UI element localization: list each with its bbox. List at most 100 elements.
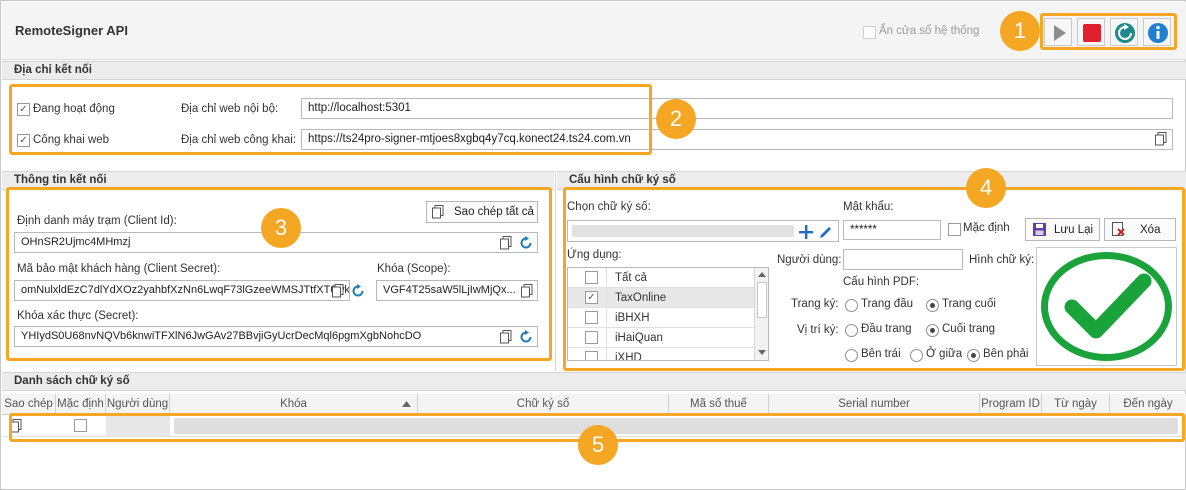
info-icon	[1148, 23, 1168, 43]
scroll-up-icon[interactable]	[758, 272, 766, 277]
list-item[interactable]: ✓ TaxOnline	[568, 288, 754, 308]
blurred-row-data	[174, 418, 1178, 434]
col-header[interactable]: Serial number	[769, 394, 980, 415]
public-url-label: Địa chỉ web công khai:	[181, 134, 297, 146]
col-header[interactable]: Sao chép	[2, 394, 56, 415]
restart-button[interactable]	[1110, 18, 1138, 46]
default-row-checkbox[interactable]	[74, 419, 87, 432]
delete-button[interactable]: Xóa	[1104, 218, 1176, 241]
copy-icon[interactable]	[10, 419, 22, 433]
active-checkbox[interactable]: ✓	[17, 103, 30, 116]
app-checkbox[interactable]	[585, 311, 598, 324]
scroll-thumb[interactable]	[757, 282, 767, 318]
position-label: Vị trí ký:	[797, 324, 839, 336]
sort-asc-icon	[402, 401, 411, 407]
stop-button[interactable]	[1077, 18, 1105, 46]
badge-1: 1	[1000, 11, 1040, 51]
badge-3: 3	[261, 208, 301, 248]
pos-top-radio[interactable]	[845, 324, 858, 337]
local-url-field[interactable]: http://localhost:5301	[301, 98, 1173, 119]
col-header[interactable]: Người dùng	[106, 394, 170, 415]
pos-bottom-radio[interactable]	[926, 324, 939, 337]
client-secret-label: Mã bảo mật khách hàng (Client Secret):	[17, 263, 221, 275]
public-web-checkbox[interactable]: ✓	[17, 134, 30, 147]
regenerate-icon[interactable]	[519, 330, 533, 344]
client-id-label: Định danh máy trạm (Client Id):	[17, 215, 177, 227]
col-header[interactable]: Mặc định	[56, 394, 106, 415]
badge-2: 2	[656, 99, 696, 139]
choose-signature-label: Chọn chữ ký số:	[567, 201, 651, 213]
user-label: Người dùng:	[777, 254, 842, 266]
align-left-radio[interactable]	[845, 349, 858, 362]
copy-icon[interactable]	[1155, 132, 1167, 146]
delete-label: Xóa	[1140, 224, 1161, 236]
col-header[interactable]: Chữ ký số	[418, 394, 669, 415]
public-url-field[interactable]: https://ts24pro-signer-mtjoes8xgbq4y7cq.…	[301, 129, 1173, 150]
copy-all-button[interactable]: Sao chép tất cả	[426, 201, 538, 223]
col-header[interactable]: Khóa	[170, 394, 418, 415]
list-item[interactable]: iXHD	[568, 348, 754, 360]
regenerate-icon[interactable]	[351, 284, 365, 298]
apps-list[interactable]: Tất cả ✓ TaxOnline iBHXH iHaiQuan iXHD	[567, 267, 769, 361]
page-last-label: Trang cuối	[942, 298, 996, 310]
list-item[interactable]: iBHXH	[568, 308, 754, 328]
app-title: RemoteSigner API	[15, 23, 128, 38]
list-item[interactable]: Tất cả	[568, 268, 754, 288]
regenerate-icon[interactable]	[519, 236, 533, 250]
copy-icon[interactable]	[521, 284, 533, 298]
app-checkbox[interactable]: ✓	[585, 291, 598, 304]
align-center-label: Ở giữa	[926, 348, 963, 360]
connection-info-header: Thông tin kết nối	[2, 171, 554, 190]
grid-header: Sao chép Mặc định Người dùng Khóa Chữ ký…	[2, 394, 1186, 415]
copy-icon[interactable]	[500, 236, 512, 250]
scope-field[interactable]: VGF4T25saW5lLjIwMjQx...	[376, 280, 538, 301]
stop-icon	[1083, 24, 1101, 42]
scroll-down-icon[interactable]	[758, 350, 766, 355]
align-center-radio[interactable]	[910, 349, 923, 362]
default-checkbox[interactable]	[948, 223, 961, 236]
add-icon[interactable]	[798, 224, 814, 240]
signature-image-box[interactable]	[1036, 247, 1177, 366]
secret-field[interactable]: YHIydS0U68nvNQVb6knwiTFXlN6JwGAv27BBvjiG…	[14, 326, 538, 347]
align-left-label: Bên trái	[861, 348, 901, 360]
page-label: Trang ký:	[791, 298, 839, 310]
app-checkbox[interactable]	[585, 351, 598, 360]
col-header[interactable]: Từ ngày	[1042, 394, 1110, 415]
list-scrollbar[interactable]	[754, 268, 768, 360]
badge-4: 4	[966, 168, 1006, 208]
app-window: RemoteSigner API Ẩn cửa sổ hệ thống Địa …	[0, 0, 1186, 490]
signature-select[interactable]	[567, 220, 839, 242]
align-right-radio[interactable]	[967, 349, 980, 362]
app-checkbox[interactable]	[585, 331, 598, 344]
col-header[interactable]: Program ID	[980, 394, 1042, 415]
delete-icon	[1112, 222, 1125, 236]
save-icon	[1033, 223, 1046, 236]
apps-list-body: Tất cả ✓ TaxOnline iBHXH iHaiQuan iXHD	[568, 268, 754, 360]
restart-icon	[1115, 23, 1135, 43]
hide-system-label: Ẩn cửa sổ hệ thống	[879, 25, 980, 37]
checkmark-icon	[1041, 252, 1172, 361]
info-button[interactable]	[1143, 18, 1171, 46]
signature-image-label: Hình chữ ký:	[969, 254, 1035, 266]
password-field[interactable]: ******	[843, 220, 941, 240]
app-checkbox[interactable]	[585, 271, 598, 284]
edit-icon[interactable]	[818, 224, 834, 240]
vertical-divider	[555, 171, 556, 371]
badge-5: 5	[578, 425, 618, 465]
col-header[interactable]: Mã số thuế	[669, 394, 769, 415]
public-web-label: Công khai web	[33, 134, 110, 146]
hide-system-checkbox[interactable]	[863, 26, 876, 39]
client-secret-field[interactable]: omNulxldEzC7dlYdXOz2yahbfXzNn6LwqF73lGze…	[14, 280, 350, 301]
page-first-radio[interactable]	[845, 299, 858, 312]
scope-label: Khóa (Scope):	[377, 263, 451, 275]
copy-icon[interactable]	[500, 330, 512, 344]
copy-icon[interactable]	[332, 284, 344, 298]
list-item[interactable]: iHaiQuan	[568, 328, 754, 348]
col-header[interactable]: Đến ngày	[1110, 394, 1186, 415]
password-label: Mật khẩu:	[843, 201, 894, 213]
page-last-radio[interactable]	[926, 299, 939, 312]
save-button[interactable]: Lưu Lại	[1025, 218, 1100, 241]
start-button[interactable]	[1044, 18, 1072, 46]
app-name: TaxOnline	[615, 292, 667, 304]
user-field[interactable]	[843, 249, 963, 270]
